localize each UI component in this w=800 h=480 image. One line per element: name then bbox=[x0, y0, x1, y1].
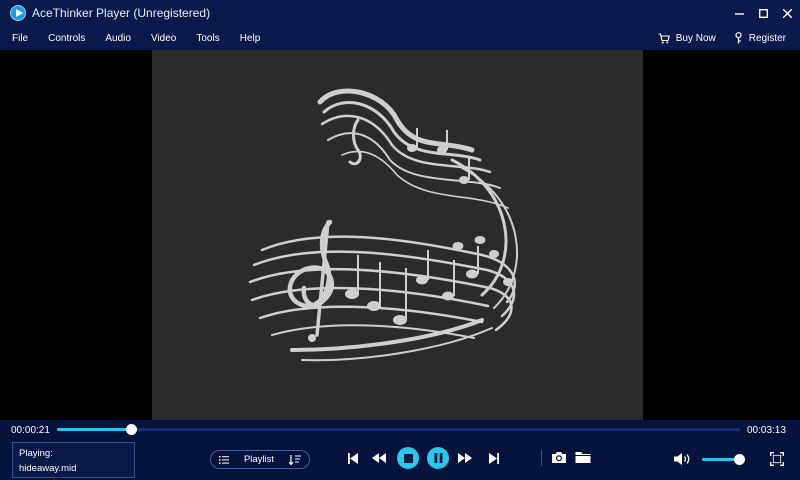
video-area[interactable] bbox=[0, 50, 800, 420]
open-folder-button[interactable] bbox=[574, 449, 592, 465]
list-icon bbox=[219, 455, 229, 464]
playlist-button[interactable]: Playlist bbox=[210, 450, 310, 469]
stop-icon bbox=[403, 453, 413, 463]
menu-video[interactable]: Video bbox=[143, 33, 184, 44]
menu-controls[interactable]: Controls bbox=[40, 33, 93, 44]
album-art-image bbox=[152, 50, 643, 420]
volume-handle[interactable] bbox=[734, 454, 745, 465]
stop-button[interactable] bbox=[397, 447, 419, 469]
close-icon bbox=[782, 8, 792, 18]
close-button[interactable] bbox=[776, 0, 798, 26]
maximize-button[interactable] bbox=[752, 0, 774, 26]
total-time: 00:03:13 bbox=[747, 425, 786, 436]
skip-previous-icon bbox=[348, 452, 358, 464]
buy-now-label: Buy Now bbox=[675, 32, 716, 44]
now-playing-label: Playing: bbox=[19, 448, 53, 459]
window-title: AceThinker Player (Unregistered) bbox=[32, 6, 211, 20]
fullscreen-icon bbox=[770, 452, 784, 466]
menu-bar: File Controls Audio Video Tools Help Buy… bbox=[0, 26, 800, 50]
folder-icon bbox=[575, 451, 591, 463]
seek-progress bbox=[57, 428, 131, 431]
next-track-button[interactable] bbox=[487, 451, 501, 465]
fast-forward-icon bbox=[458, 453, 472, 463]
minimize-button[interactable] bbox=[728, 0, 750, 26]
previous-track-button[interactable] bbox=[346, 451, 360, 465]
camera-icon bbox=[552, 451, 566, 463]
music-notes-illustration bbox=[248, 88, 518, 362]
buy-now-link[interactable]: Buy Now bbox=[658, 33, 716, 44]
seek-handle[interactable] bbox=[125, 424, 137, 435]
menu-audio[interactable]: Audio bbox=[97, 33, 139, 44]
fast-forward-button[interactable] bbox=[457, 451, 473, 465]
register-link[interactable]: Register bbox=[734, 32, 786, 44]
app-logo-icon bbox=[10, 5, 26, 21]
menu-tools[interactable]: Tools bbox=[188, 33, 227, 44]
skip-next-icon bbox=[489, 452, 499, 464]
sort-icon bbox=[289, 454, 301, 465]
menu-file[interactable]: File bbox=[4, 33, 36, 44]
fullscreen-button[interactable] bbox=[768, 450, 786, 468]
menu-help[interactable]: Help bbox=[232, 33, 269, 44]
title-bar: AceThinker Player (Unregistered) bbox=[0, 0, 800, 26]
rewind-button[interactable] bbox=[371, 451, 387, 465]
register-label: Register bbox=[748, 32, 786, 44]
key-icon bbox=[735, 32, 742, 44]
menu-right: Buy Now Register bbox=[658, 26, 786, 50]
control-bar: 00:00:21 00:03:13 Playing: hideaway.mid … bbox=[0, 420, 800, 480]
playlist-label: Playlist bbox=[243, 454, 275, 465]
now-playing-box: Playing: hideaway.mid bbox=[12, 442, 135, 478]
snapshot-button[interactable] bbox=[550, 449, 568, 465]
minimize-icon bbox=[734, 12, 744, 15]
divider bbox=[541, 450, 542, 466]
now-playing-file: hideaway.mid bbox=[19, 463, 77, 474]
seek-bar[interactable] bbox=[57, 424, 740, 435]
volume-icon bbox=[674, 453, 690, 465]
current-time: 00:00:21 bbox=[11, 425, 50, 436]
pause-button[interactable] bbox=[427, 447, 449, 469]
rewind-icon bbox=[372, 453, 386, 463]
window-controls bbox=[728, 0, 800, 26]
maximize-icon bbox=[758, 8, 768, 18]
volume-button[interactable] bbox=[673, 451, 693, 467]
pause-icon bbox=[434, 453, 442, 463]
cart-icon bbox=[658, 32, 670, 43]
